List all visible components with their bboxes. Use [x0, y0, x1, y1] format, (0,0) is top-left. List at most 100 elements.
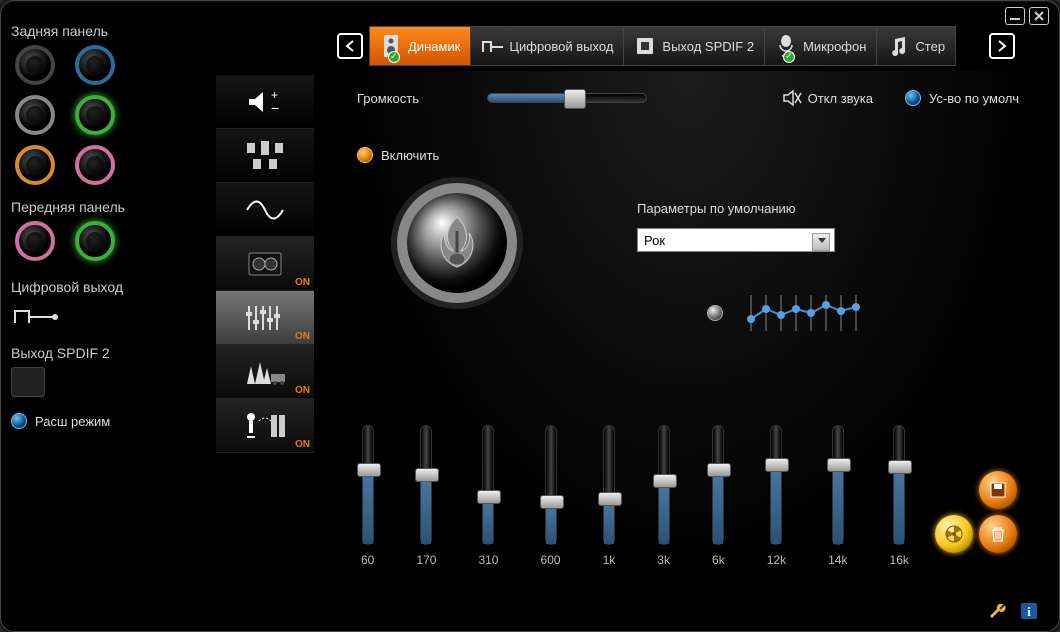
jack-back-2[interactable]	[75, 45, 115, 85]
rail-item-environment[interactable]: ON	[216, 345, 314, 399]
params-title: Параметры по умолчанию	[637, 201, 835, 216]
tab-digital[interactable]: Цифровой выход	[471, 26, 624, 66]
reset-preset-button[interactable]	[935, 515, 973, 553]
jack-front-1[interactable]	[15, 221, 55, 261]
advanced-mode-label: Расш режим	[35, 414, 110, 429]
front-panel-jacks	[15, 221, 186, 261]
preset-dial[interactable]	[397, 183, 517, 303]
tab-music[interactable]: Стер	[877, 26, 956, 66]
volume-row: Громкость Откл звука Ус-во по умолч	[357, 89, 1019, 107]
eq-slider-12k[interactable]	[770, 425, 782, 545]
eq-slider-60[interactable]	[362, 425, 374, 545]
tab-label: Динамик	[408, 39, 460, 54]
rail-item-karaoke[interactable]: ON	[216, 399, 314, 453]
spdif2-title: Выход SPDIF 2	[11, 345, 186, 361]
delete-preset-button[interactable]	[979, 515, 1017, 553]
eq-slider-6k[interactable]	[712, 425, 724, 545]
tab-mic[interactable]: Микрофон	[765, 26, 877, 66]
back-panel-title: Задняя панель	[11, 23, 186, 39]
tab-scroll-left[interactable]	[337, 33, 363, 59]
advanced-mode-radio-icon	[11, 413, 27, 429]
tab-check-icon	[388, 51, 400, 63]
jack-back-4[interactable]	[75, 95, 115, 135]
digital-out-title: Цифровой выход	[11, 279, 186, 295]
mute-toggle[interactable]: Откл звука	[782, 89, 873, 107]
default-device-label: Ус-во по умолч	[929, 91, 1019, 106]
mini-eq-icon[interactable]	[741, 291, 861, 335]
eq-band-310: 310	[478, 425, 498, 567]
jack-front-2[interactable]	[75, 221, 115, 261]
eq-band-1k: 1k	[603, 425, 616, 567]
default-device-radio-icon	[905, 90, 921, 106]
environment-icon	[241, 356, 289, 388]
eq-slider-3k[interactable]	[658, 425, 670, 545]
on-indicator: ON	[295, 277, 310, 288]
eq-freq-label: 600	[541, 553, 561, 567]
close-button[interactable]	[1029, 7, 1049, 25]
jack-back-3[interactable]	[15, 95, 55, 135]
info-button[interactable]: i	[1019, 601, 1039, 621]
eq-slider-600[interactable]	[545, 425, 557, 545]
minimize-button[interactable]	[1005, 7, 1025, 25]
jack-back-1[interactable]	[15, 45, 55, 85]
back-panel-jacks	[15, 45, 186, 185]
eq-slider-170[interactable]	[420, 425, 432, 545]
eq-freq-label: 60	[361, 553, 374, 567]
tab-label: Микрофон	[803, 39, 866, 54]
jack-back-6[interactable]	[75, 145, 115, 185]
trash-icon	[989, 525, 1007, 543]
default-device-toggle[interactable]: Ус-во по умолч	[905, 90, 1019, 106]
rail-item-equalizer[interactable]: ON	[216, 291, 314, 345]
on-indicator: ON	[295, 331, 310, 342]
tab-label: Выход SPDIF 2	[662, 39, 754, 54]
rail-item-sine[interactable]	[216, 183, 314, 237]
eq-band-60: 60	[361, 425, 374, 567]
equalizer: 60 170 310 600 1k 3k 6k	[361, 425, 909, 567]
volume-label: Громкость	[357, 91, 419, 106]
equalizer-icon	[243, 302, 287, 334]
rail-item-boombox[interactable]: ON	[216, 237, 314, 291]
digital-icon	[481, 34, 503, 58]
eq-freq-label: 12k	[767, 553, 786, 567]
save-preset-button[interactable]	[979, 471, 1017, 509]
eq-band-14k: 14k	[828, 425, 847, 567]
eq-freq-label: 310	[478, 553, 498, 567]
spdif2-port-icon[interactable]	[11, 367, 45, 397]
tab-speaker[interactable]: Динамик	[369, 26, 471, 66]
eq-freq-label: 3k	[657, 553, 670, 567]
audio-control-panel: Задняя панель Передняя панель Цифровой в…	[0, 0, 1060, 632]
custom-eq-radio[interactable]	[707, 305, 723, 321]
music-icon	[887, 34, 909, 58]
eq-slider-16k[interactable]	[893, 425, 905, 545]
svg-text:−: −	[271, 100, 279, 116]
settings-button[interactable]	[989, 601, 1009, 621]
floppy-icon	[989, 481, 1007, 499]
dropdown-caret-icon	[818, 238, 826, 243]
tab-label: Стер	[915, 39, 945, 54]
info-icon: i	[1020, 602, 1038, 620]
tab-scroll-right[interactable]	[989, 33, 1015, 59]
rail-item-speakers[interactable]	[216, 129, 314, 183]
eq-slider-14k[interactable]	[832, 425, 844, 545]
rail-item-volume[interactable]: +−	[216, 75, 314, 129]
front-panel-title: Передняя панель	[11, 199, 186, 215]
device-tabs: Динамик Цифровой выход Выход SPDIF 2 Микроф…	[337, 25, 1015, 67]
wrench-icon	[989, 601, 1009, 621]
enable-label: Включить	[381, 148, 439, 163]
eq-freq-label: 6k	[712, 553, 725, 567]
preset-select[interactable]: Рок	[637, 228, 835, 252]
jack-back-5[interactable]	[15, 145, 55, 185]
main-content: Громкость Откл звука Ус-во по умолч Вклю…	[337, 71, 1039, 581]
boombox-icon	[247, 249, 283, 279]
eq-slider-310[interactable]	[482, 425, 494, 545]
radiation-icon	[945, 525, 963, 543]
volume-slider[interactable]	[487, 93, 647, 103]
eq-band-6k: 6k	[712, 425, 725, 567]
default-params: Параметры по умолчанию Рок	[637, 201, 835, 252]
enable-toggle[interactable]: Включить	[357, 147, 1019, 163]
tab-spdif[interactable]: Выход SPDIF 2	[624, 26, 765, 66]
eq-slider-1k[interactable]	[603, 425, 615, 545]
sine-icon	[243, 195, 287, 225]
advanced-mode-toggle[interactable]: Расш режим	[11, 413, 186, 429]
eq-band-170: 170	[416, 425, 436, 567]
